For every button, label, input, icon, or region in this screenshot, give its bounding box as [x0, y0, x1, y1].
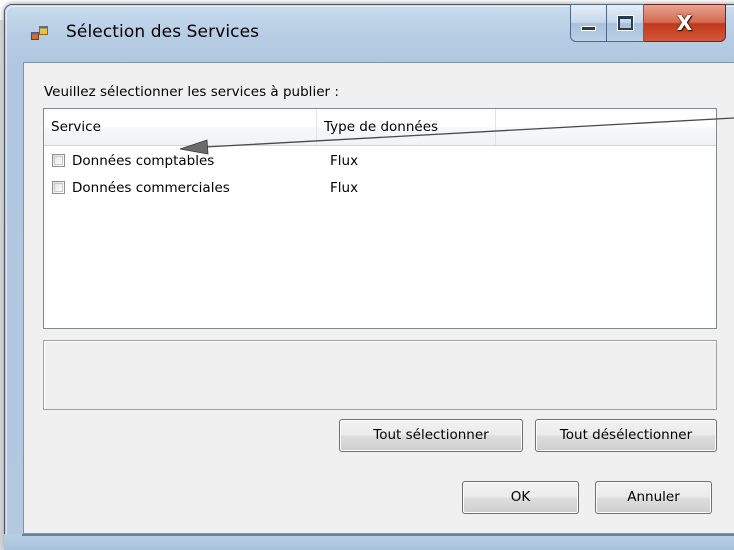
instruction-label: Veuillez sélectionner les services à pub… [44, 84, 339, 100]
service-name: Données comptables [72, 153, 215, 169]
cancel-button[interactable]: Annuler [595, 481, 712, 514]
data-type: Flux [330, 180, 359, 196]
list-item[interactable]: Données commerciales Flux [44, 176, 716, 203]
caption-buttons: X [570, 4, 732, 42]
service-checkbox[interactable] [52, 154, 65, 167]
services-list[interactable]: Service Type de données Données comptabl… [43, 108, 717, 329]
close-icon: X [676, 11, 693, 35]
description-panel [43, 340, 717, 410]
window-bottom-border [4, 534, 734, 550]
close-button[interactable]: X [644, 4, 726, 42]
maximize-button[interactable] [607, 4, 644, 42]
data-type: Flux [330, 153, 359, 169]
service-checkbox[interactable] [52, 181, 65, 194]
service-name: Données commerciales [72, 180, 230, 196]
list-item[interactable]: Données comptables Flux [44, 149, 716, 176]
column-header-service[interactable]: Service [44, 109, 316, 145]
window-title: Sélection des Services [66, 22, 260, 42]
client-bottom-edge [22, 534, 734, 536]
ok-button[interactable]: OK [462, 481, 579, 514]
column-separator[interactable] [495, 109, 496, 145]
application-window-icon[interactable] [31, 26, 48, 42]
minimize-button[interactable] [570, 4, 607, 42]
select-all-button[interactable]: Tout sélectionner [339, 419, 523, 452]
minimize-icon [581, 25, 596, 31]
maximize-icon [616, 15, 634, 31]
list-header: Service Type de données [44, 109, 716, 146]
deselect-all-button[interactable]: Tout désélectionner [535, 419, 717, 452]
column-header-type[interactable]: Type de données [317, 109, 495, 145]
